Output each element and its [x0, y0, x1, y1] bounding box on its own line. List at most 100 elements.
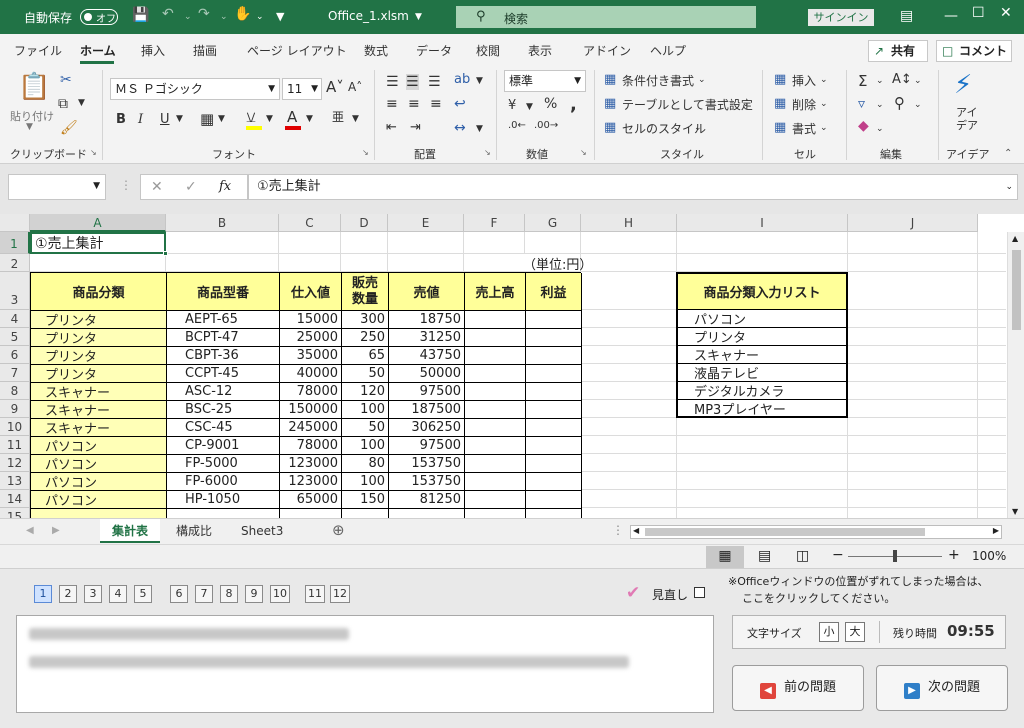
cell-price[interactable]	[389, 509, 465, 518]
confirm-entry-icon[interactable]: ✓	[185, 179, 197, 195]
column-header-e[interactable]: E	[388, 214, 464, 232]
font-color-icon[interactable]: A	[287, 108, 297, 126]
close-icon[interactable]: ✕	[1000, 5, 1012, 21]
worksheet-grid[interactable]: A B C D E F G H I J 1 2 3 4 5 6 7 8 9 10…	[0, 214, 1024, 518]
cell-cost[interactable]: 25000	[280, 329, 342, 347]
column-header-b[interactable]: B	[166, 214, 279, 232]
find-dropdown-icon[interactable]: ⌄	[914, 100, 922, 110]
save-icon[interactable]: 💾	[132, 7, 149, 23]
scroll-up-icon[interactable]: ▲	[1012, 234, 1018, 243]
column-header-j[interactable]: J	[848, 214, 978, 232]
cancel-entry-icon[interactable]: ✕	[151, 179, 163, 195]
row-header[interactable]: 10	[0, 418, 30, 436]
cell-price[interactable]: 187500	[389, 401, 465, 419]
cell-price[interactable]: 50000	[389, 365, 465, 383]
cell-price[interactable]: 43750	[389, 347, 465, 365]
redo-icon[interactable]: ↷	[198, 6, 210, 22]
prev-question-button[interactable]: ◀ 前の問題	[732, 665, 864, 711]
cell-category[interactable]: スキャナー	[31, 401, 167, 419]
cell-profit[interactable]	[526, 437, 582, 455]
cell-quantity[interactable]: 120	[342, 383, 389, 401]
cell-model[interactable]: FP-5000	[167, 455, 280, 473]
conditional-format-icon[interactable]: ▦	[604, 72, 616, 87]
cell-price[interactable]: 153750	[389, 473, 465, 491]
cell-quantity[interactable]: 100	[342, 401, 389, 419]
cell-sales[interactable]	[465, 401, 526, 419]
next-sheet-icon[interactable]: ▶	[52, 525, 60, 536]
conditional-format-button[interactable]: 条件付き書式	[622, 72, 694, 89]
column-header-i[interactable]: I	[677, 214, 848, 232]
font-name-select[interactable]: ＭＳ Ｐゴシック ▼	[110, 78, 280, 100]
cell-price[interactable]: 306250	[389, 419, 465, 437]
comment-button[interactable]: □ コメント	[936, 40, 1012, 62]
question-number-button[interactable]: 3	[84, 585, 102, 603]
touch-mode-icon[interactable]: ✋	[234, 6, 251, 22]
italic-button[interactable]: I	[138, 112, 143, 127]
cell-profit[interactable]	[526, 455, 582, 473]
autosum-icon[interactable]: Σ	[858, 72, 867, 90]
column-header-d[interactable]: D	[341, 214, 388, 232]
touch-dropdown-icon[interactable]: ⌄	[256, 12, 264, 22]
cell-cost[interactable]	[280, 509, 342, 518]
row-header[interactable]: 9	[0, 400, 30, 418]
cell-profit[interactable]	[526, 365, 582, 383]
row-header[interactable]: 8	[0, 382, 30, 400]
filename-dropdown-icon[interactable]: ▼	[415, 12, 422, 22]
header-cost[interactable]: 仕入値	[280, 273, 342, 311]
row-header[interactable]: 11	[0, 436, 30, 454]
vertical-scroll-thumb[interactable]	[1012, 250, 1021, 330]
delete-dropdown-icon[interactable]: ⌄	[820, 99, 828, 109]
tab-addins[interactable]: アドイン	[583, 42, 631, 59]
question-number-button[interactable]: 11	[305, 585, 325, 603]
cell-category[interactable]	[31, 509, 167, 518]
bold-button[interactable]: B	[116, 112, 126, 127]
cell-cost[interactable]: 15000	[280, 311, 342, 329]
cell-profit[interactable]	[526, 491, 582, 509]
cell-model[interactable]	[167, 509, 280, 518]
cell-model[interactable]: CSC-45	[167, 419, 280, 437]
cell-cost[interactable]: 150000	[280, 401, 342, 419]
accounting-format-icon[interactable]: ¥	[508, 98, 516, 113]
format-painter-icon[interactable]: 🖌	[60, 120, 78, 136]
align-right-icon[interactable]: ≡	[430, 96, 442, 112]
header-model[interactable]: 商品型番	[167, 273, 280, 311]
align-top-icon[interactable]: ☰	[386, 74, 399, 90]
cell-category[interactable]: パソコン	[31, 455, 167, 473]
number-launcher-icon[interactable]: ↘	[580, 148, 587, 157]
cell-cost[interactable]: 123000	[280, 473, 342, 491]
cell-quantity[interactable]: 50	[342, 365, 389, 383]
fill-handle[interactable]	[163, 251, 168, 256]
font-size-select[interactable]: 11 ▼	[282, 78, 322, 100]
number-format-select[interactable]: 標準 ▼	[504, 70, 586, 92]
row-header[interactable]: 15	[0, 508, 30, 518]
cell-cost[interactable]: 78000	[280, 437, 342, 455]
clear-icon[interactable]: ◆	[858, 118, 869, 134]
sort-dropdown-icon[interactable]: ⌄	[914, 76, 922, 86]
phonetic-dropdown-icon[interactable]: ▼	[352, 114, 359, 124]
tab-split-icon[interactable]: ⋮	[612, 523, 624, 537]
customize-qat-icon[interactable]: ▼	[276, 10, 284, 23]
increase-font-icon[interactable]: A˅	[326, 78, 344, 96]
delete-cells-icon[interactable]: ▦	[774, 96, 786, 111]
cell-sales[interactable]	[465, 473, 526, 491]
font-size-small-button[interactable]: 小	[819, 622, 839, 642]
decrease-decimal-icon[interactable]: .00→	[534, 120, 558, 131]
align-center-icon[interactable]: ≡	[408, 96, 420, 112]
question-number-button[interactable]: 9	[245, 585, 263, 603]
clipboard-launcher-icon[interactable]: ↘	[90, 148, 97, 157]
sheet-tab-summary[interactable]: 集計表	[100, 519, 161, 543]
cell-category[interactable]: プリンタ	[31, 365, 167, 383]
list-item[interactable]: パソコン	[678, 310, 846, 328]
ideas-button[interactable]: アイデア	[956, 106, 978, 132]
cell-profit[interactable]	[526, 383, 582, 401]
cell-cost[interactable]: 123000	[280, 455, 342, 473]
sheet-tab-sheet3[interactable]: Sheet3	[229, 519, 295, 543]
cell-sales[interactable]	[465, 329, 526, 347]
page-break-view-icon[interactable]: ◫	[796, 548, 809, 564]
sheet-tab-composition[interactable]: 構成比	[164, 519, 224, 543]
cell-price[interactable]: 18750	[389, 311, 465, 329]
cell-profit[interactable]	[526, 509, 582, 518]
decrease-font-icon[interactable]: A˄	[348, 80, 362, 94]
tab-home[interactable]: ホーム	[80, 42, 116, 59]
list-item[interactable]: デジタルカメラ	[678, 382, 846, 400]
